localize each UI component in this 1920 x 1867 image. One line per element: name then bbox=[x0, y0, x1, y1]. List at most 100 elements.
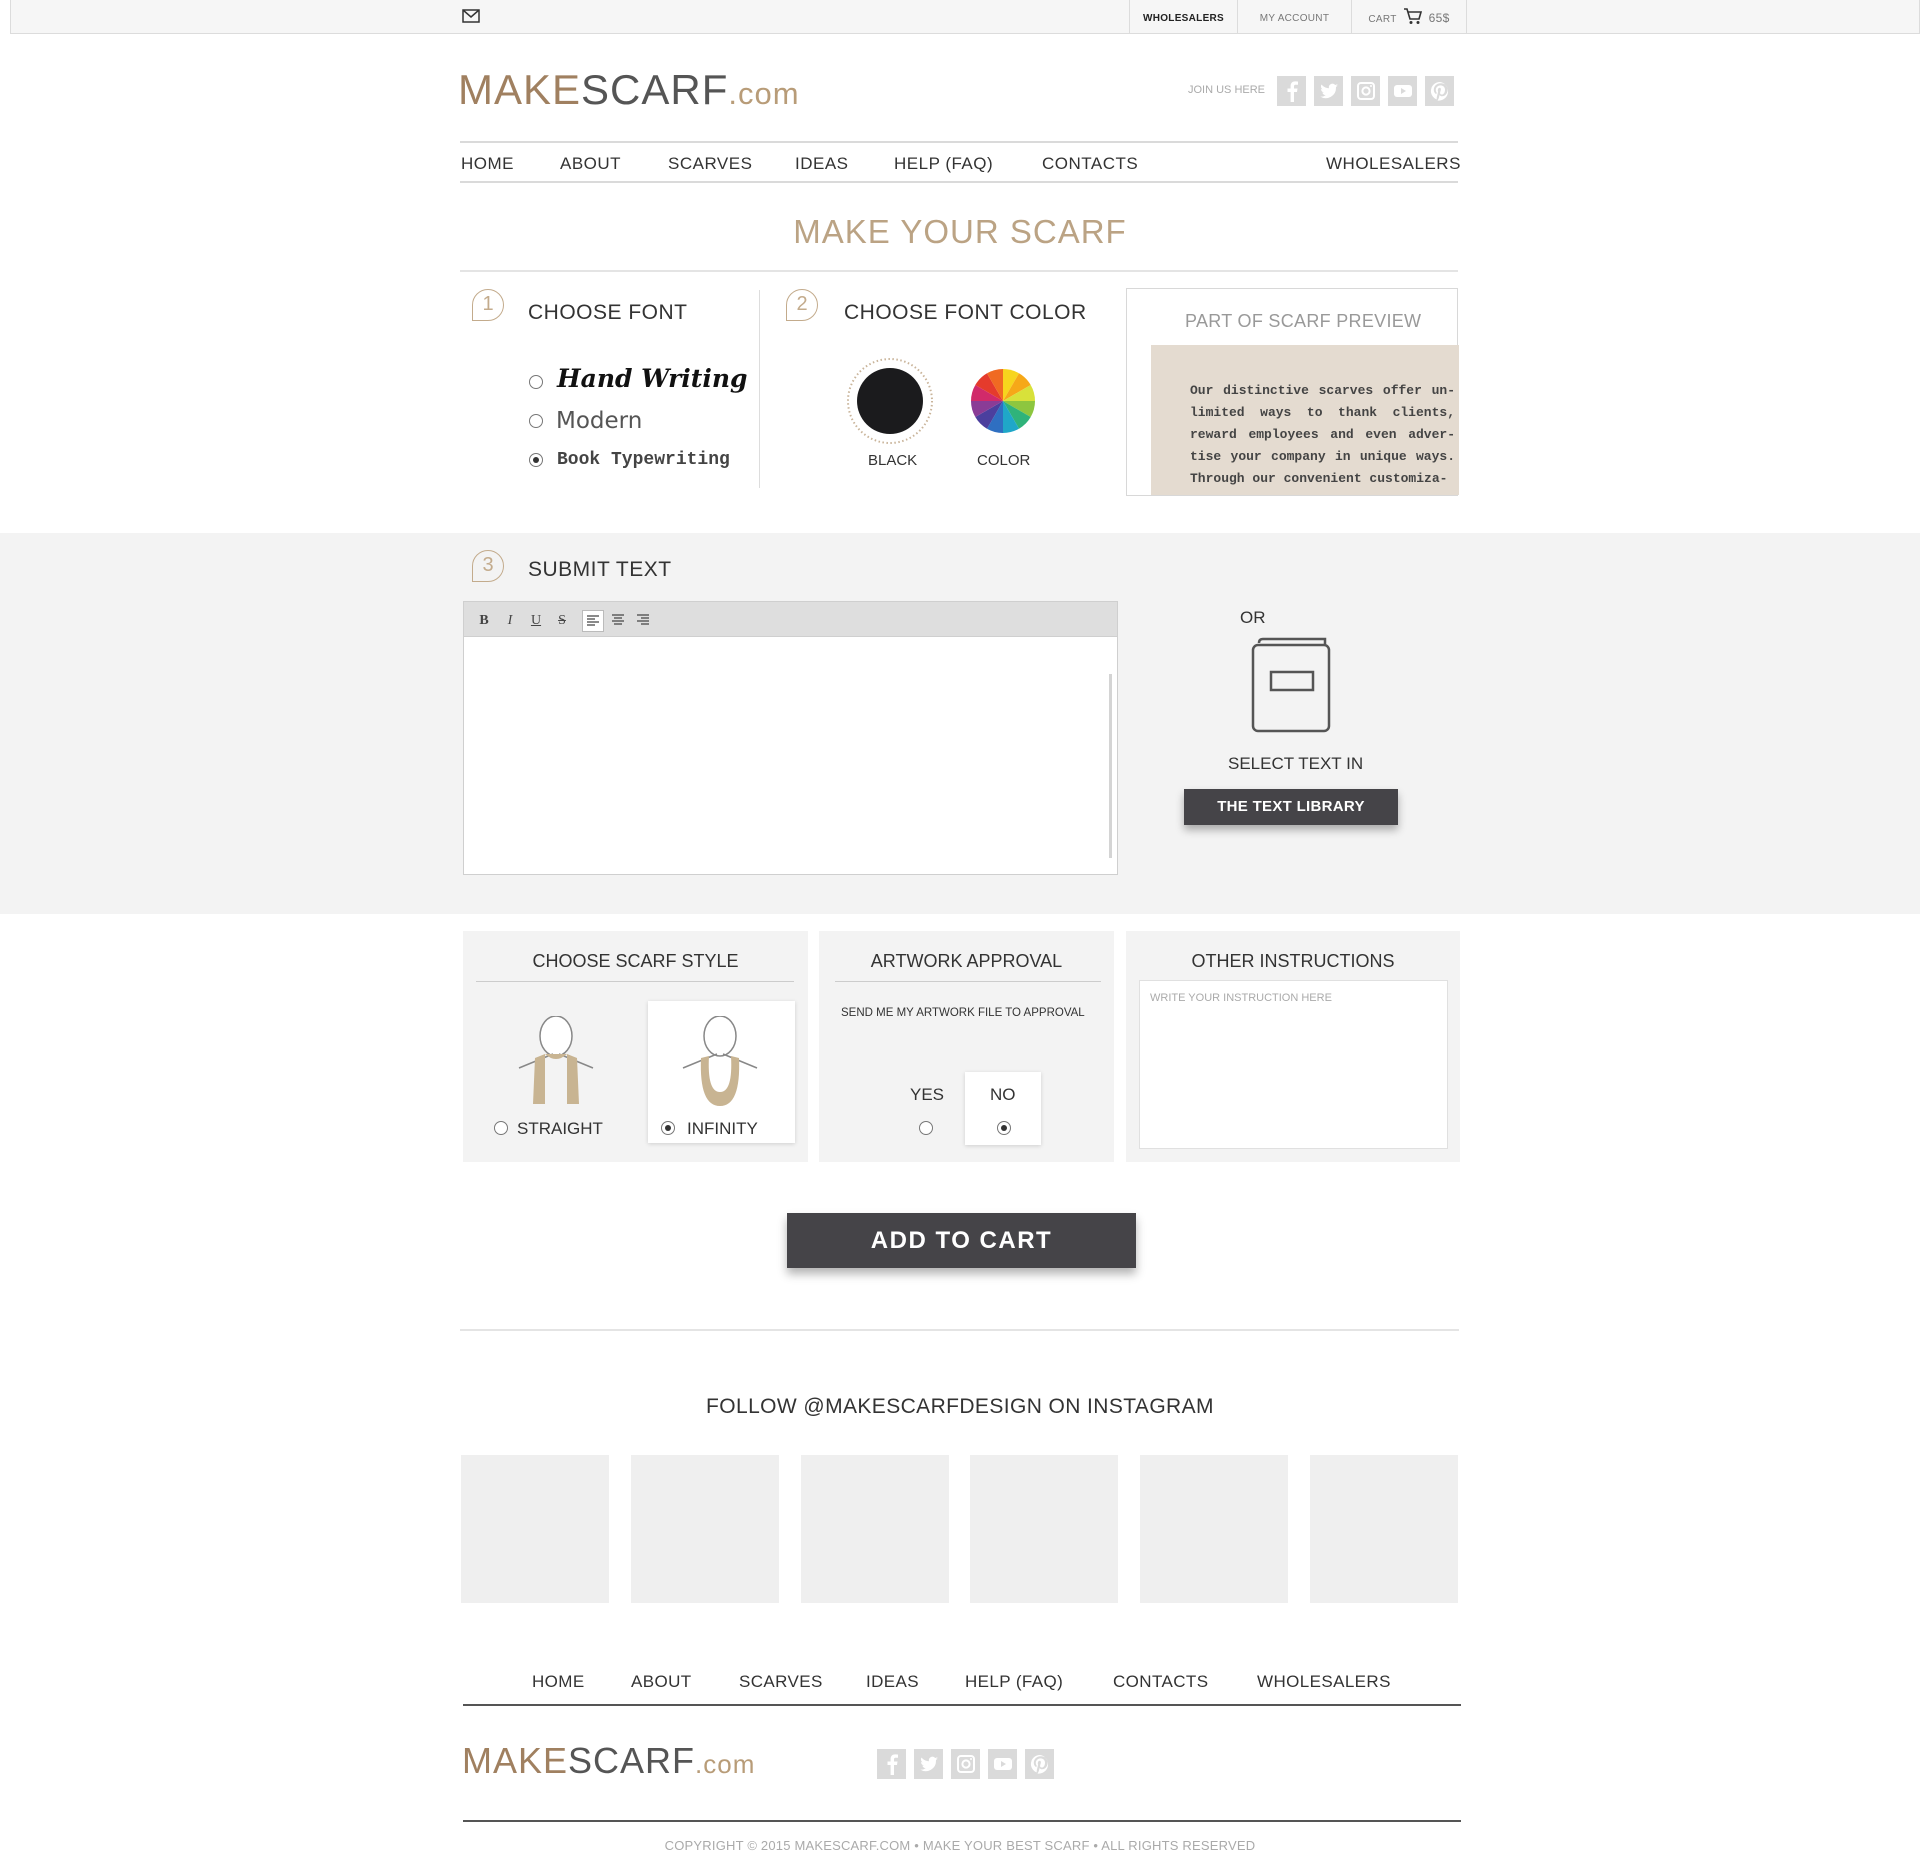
footer-nav-home[interactable]: HOME bbox=[532, 1672, 585, 1692]
panel-divider bbox=[476, 981, 794, 982]
instagram-tile[interactable] bbox=[1140, 1455, 1288, 1603]
text-library-button[interactable]: THE TEXT LIBRARY bbox=[1184, 789, 1398, 825]
instagram-icon[interactable] bbox=[1351, 76, 1380, 106]
font-handwriting-label[interactable]: Hand Writing bbox=[557, 364, 748, 393]
straight-scarf-icon[interactable] bbox=[515, 1016, 597, 1106]
logo-make: MAKE bbox=[462, 1740, 569, 1781]
logo-com: .com bbox=[728, 76, 800, 111]
footer-nav-contacts[interactable]: CONTACTS bbox=[1113, 1672, 1208, 1692]
strikethrough-button[interactable]: S bbox=[551, 610, 573, 632]
page-title: MAKE YOUR SCARF bbox=[793, 213, 1127, 250]
straight-label[interactable]: STRAIGHT bbox=[517, 1119, 603, 1139]
editor-scrollbar[interactable] bbox=[1109, 674, 1112, 858]
top-bar: WHOLESALERS MY ACCOUNT CART 65$ bbox=[10, 0, 1920, 34]
instructions-textarea[interactable]: WRITE YOUR INSTRUCTION HERE bbox=[1139, 980, 1448, 1149]
align-right-icon[interactable] bbox=[632, 610, 654, 632]
nav-help[interactable]: HELP (FAQ) bbox=[894, 154, 993, 174]
add-to-cart-button[interactable]: ADD TO CART bbox=[787, 1213, 1136, 1268]
nav-about[interactable]: ABOUT bbox=[560, 154, 621, 174]
footer-nav-about[interactable]: ABOUT bbox=[631, 1672, 692, 1692]
step-2-heading: CHOOSE FONT COLOR bbox=[844, 301, 1087, 324]
black-swatch[interactable] bbox=[846, 357, 934, 445]
align-left-icon[interactable] bbox=[582, 610, 604, 632]
topbar-my-account-link[interactable]: MY ACCOUNT bbox=[1237, 0, 1351, 33]
mail-icon[interactable] bbox=[462, 9, 480, 23]
infinity-radio[interactable] bbox=[661, 1121, 675, 1135]
font-modern-label[interactable]: Modern bbox=[556, 408, 642, 434]
preview-text: Our distinctive scarves offer un-limited… bbox=[1151, 345, 1459, 495]
italic-button[interactable]: I bbox=[499, 610, 521, 632]
other-instructions-panel: OTHER INSTRUCTIONS WRITE YOUR INSTRUCTIO… bbox=[1126, 931, 1460, 1162]
color-wheel-swatch[interactable] bbox=[970, 368, 1036, 434]
logo-scarf: SCARF bbox=[568, 1740, 696, 1781]
topbar-cart[interactable]: CART 65$ bbox=[1351, 0, 1467, 33]
instagram-tile[interactable] bbox=[461, 1455, 609, 1603]
scarf-preview-panel: PART OF SCARF PREVIEW Our distinctive sc… bbox=[1126, 288, 1459, 496]
pinterest-icon[interactable] bbox=[1425, 76, 1454, 106]
instagram-icon[interactable] bbox=[951, 1749, 980, 1779]
approval-no-radio[interactable] bbox=[997, 1121, 1011, 1135]
no-label[interactable]: NO bbox=[990, 1085, 1016, 1105]
step-1-heading: CHOOSE FONT bbox=[528, 301, 688, 324]
artwork-heading: ARTWORK APPROVAL bbox=[870, 951, 1063, 971]
yes-label[interactable]: YES bbox=[910, 1085, 944, 1105]
straight-radio[interactable] bbox=[494, 1121, 508, 1135]
nav-scarves[interactable]: SCARVES bbox=[668, 154, 752, 174]
nav-wholesalers[interactable]: WHOLESALERS bbox=[1326, 154, 1461, 174]
footer-nav-help[interactable]: HELP (FAQ) bbox=[965, 1672, 1063, 1692]
logo-make: MAKE bbox=[458, 66, 582, 113]
column-divider bbox=[759, 290, 760, 488]
logo-scarf: SCARF bbox=[581, 66, 729, 113]
infinity-scarf-icon[interactable] bbox=[679, 1016, 761, 1106]
twitter-icon[interactable] bbox=[1314, 76, 1343, 106]
nav-ideas[interactable]: IDEAS bbox=[795, 154, 849, 174]
step-3-number: 3 bbox=[472, 550, 504, 582]
cart-total: 65$ bbox=[1428, 11, 1450, 25]
editor-textarea[interactable] bbox=[464, 638, 1117, 874]
footer-nav-wholesalers[interactable]: WHOLESALERS bbox=[1257, 1672, 1391, 1692]
facebook-icon[interactable] bbox=[1277, 76, 1306, 106]
footer-logo[interactable]: MAKESCARF.com bbox=[462, 1740, 755, 1782]
youtube-icon[interactable] bbox=[1388, 76, 1417, 106]
panel-divider bbox=[835, 981, 1101, 982]
font-typewriting-label[interactable]: Book Typewriting bbox=[557, 450, 730, 470]
text-editor: B I U S bbox=[463, 601, 1118, 875]
topbar-wholesalers-link[interactable]: WHOLESALERS bbox=[1129, 0, 1237, 33]
font-typewriting-radio[interactable] bbox=[529, 453, 543, 467]
align-center-icon[interactable] bbox=[607, 610, 629, 632]
editor-toolbar: B I U S bbox=[464, 602, 1117, 637]
approval-yes-radio[interactable] bbox=[919, 1121, 933, 1135]
artwork-approval-panel: ARTWORK APPROVAL SEND ME MY ARTWORK FILE… bbox=[819, 931, 1114, 1162]
main-nav: HOME ABOUT SCARVES IDEAS HELP (FAQ) CONT… bbox=[460, 141, 1461, 183]
footer-nav-scarves[interactable]: SCARVES bbox=[739, 1672, 823, 1692]
infinity-label[interactable]: INFINITY bbox=[687, 1119, 758, 1139]
bold-button[interactable]: B bbox=[473, 610, 495, 632]
twitter-icon[interactable] bbox=[914, 1749, 943, 1779]
scarf-style-heading: CHOOSE SCARF STYLE bbox=[532, 951, 739, 971]
color-label: COLOR bbox=[977, 452, 1031, 469]
facebook-icon[interactable] bbox=[877, 1749, 906, 1779]
instagram-tile[interactable] bbox=[631, 1455, 779, 1603]
font-modern-radio[interactable] bbox=[529, 414, 543, 428]
logo-com: .com bbox=[695, 1749, 756, 1779]
font-handwriting-radio[interactable] bbox=[529, 375, 543, 389]
instagram-tile[interactable] bbox=[970, 1455, 1118, 1603]
pinterest-icon[interactable] bbox=[1025, 1749, 1054, 1779]
nav-home[interactable]: HOME bbox=[461, 154, 514, 174]
youtube-icon[interactable] bbox=[988, 1749, 1017, 1779]
black-label: BLACK bbox=[868, 452, 918, 469]
footer-divider bbox=[463, 1704, 1461, 1706]
instructions-heading: OTHER INSTRUCTIONS bbox=[1191, 951, 1395, 971]
site-logo[interactable]: MAKESCARF.com bbox=[458, 66, 800, 114]
instagram-tile[interactable] bbox=[801, 1455, 949, 1603]
underline-button[interactable]: U bbox=[525, 610, 547, 632]
book-icon bbox=[1251, 637, 1331, 733]
header-social-links bbox=[1277, 76, 1454, 106]
join-us-label: JOIN US HERE bbox=[1188, 84, 1266, 96]
instagram-tile[interactable] bbox=[1310, 1455, 1458, 1603]
preview-title: PART OF SCARF PREVIEW bbox=[1185, 311, 1422, 331]
nav-contacts[interactable]: CONTACTS bbox=[1042, 154, 1138, 174]
step-1-number: 1 bbox=[472, 289, 504, 321]
footer-social-links bbox=[877, 1749, 1054, 1779]
footer-nav-ideas[interactable]: IDEAS bbox=[866, 1672, 919, 1692]
